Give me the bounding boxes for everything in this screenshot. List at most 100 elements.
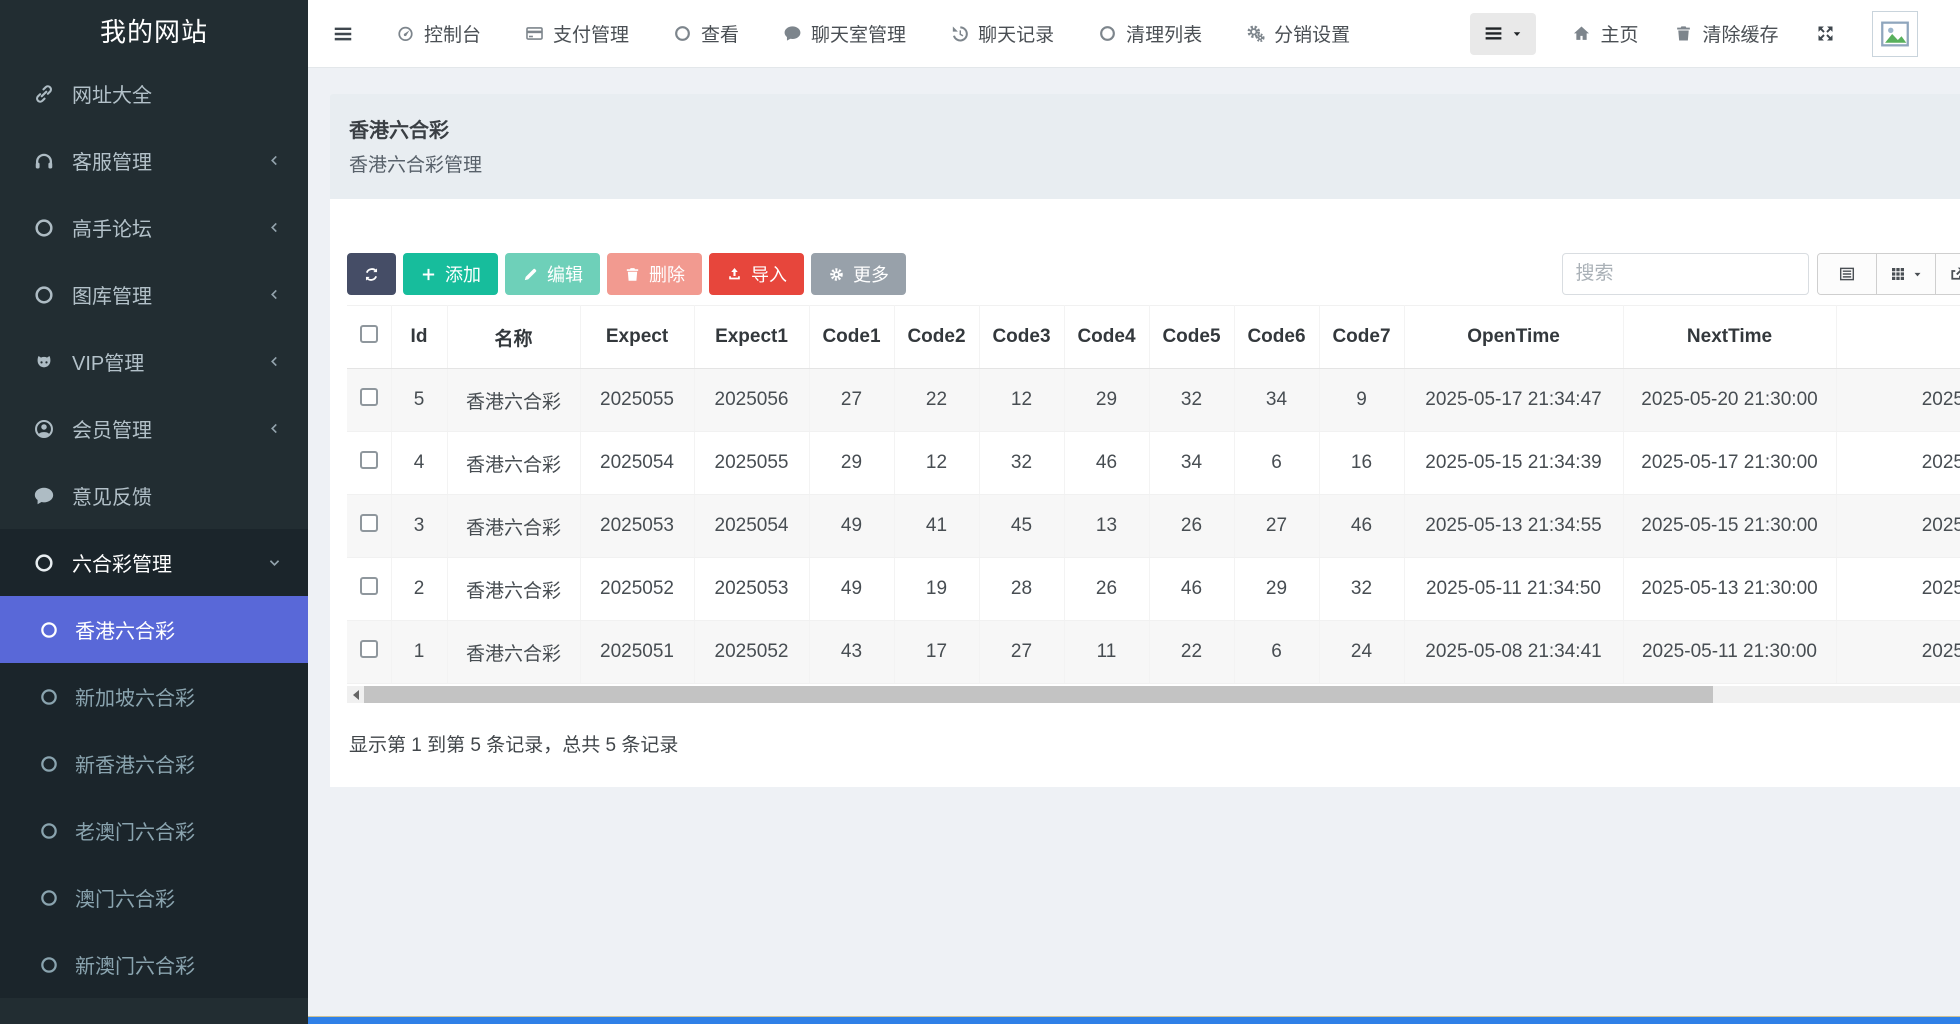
nav-item-chatroom[interactable]: 聊天室管理 <box>783 20 906 47</box>
nav-item-label: 清除缓存 <box>1702 20 1778 47</box>
row-checkbox-cell <box>347 432 391 495</box>
sidebar-item-lottery-management[interactable]: 六合彩管理 <box>0 529 308 596</box>
chevron-left-icon <box>267 354 282 369</box>
import-button[interactable]: 导入 <box>709 253 804 295</box>
broken-image-icon <box>1878 17 1912 51</box>
column-header[interactable]: Code5 <box>1149 306 1234 369</box>
scrollbar-track[interactable] <box>364 686 1960 703</box>
table-cell: 2025054 <box>694 495 809 558</box>
nav-item-distribution[interactable]: 分销设置 <box>1246 20 1350 47</box>
search-input[interactable] <box>1562 253 1809 295</box>
table-cell: 香港六合彩 <box>447 621 580 684</box>
column-header[interactable]: Code2 <box>894 306 979 369</box>
cat-icon <box>33 351 55 373</box>
table-cell: 22 <box>894 369 979 432</box>
circle-icon <box>39 888 59 908</box>
sidebar-subitem-macau[interactable]: 澳门六合彩 <box>0 864 308 931</box>
table-cell: 5 <box>391 369 447 432</box>
navbar-left: 控制台 支付管理 查看 聊天室管理 聊天记录 <box>396 20 1350 47</box>
table-container: Id 名称 Expect Expect1 Code1 Code2 Code3 C… <box>347 305 1960 684</box>
circle-icon <box>39 620 59 640</box>
sidebar-item-members[interactable]: 会员管理 <box>0 395 308 462</box>
sidebar-item-feedback[interactable]: 意见反馈 <box>0 462 308 529</box>
row-checkbox-cell <box>347 621 391 684</box>
sidebar: 我的网站 网址大全 客服管理 高手论坛 图库管理 VIP管理 会员管理 <box>0 0 308 1024</box>
nav-item-view[interactable]: 查看 <box>673 20 739 47</box>
column-header[interactable]: OpenTime <box>1404 306 1623 369</box>
hamburger-icon[interactable] <box>332 23 354 45</box>
circle-icon <box>1098 24 1117 43</box>
column-header[interactable]: Code3 <box>979 306 1064 369</box>
edit-button[interactable]: 编辑 <box>505 253 600 295</box>
user-icon <box>33 418 55 440</box>
sidebar-item-label: 会员管理 <box>72 414 152 443</box>
add-button[interactable]: 添加 <box>403 253 498 295</box>
column-header[interactable]: Code1 <box>809 306 894 369</box>
delete-button[interactable]: 删除 <box>607 253 702 295</box>
table-cell: 43 <box>809 621 894 684</box>
view-toggle-button[interactable] <box>1818 254 1877 294</box>
data-table: Id 名称 Expect Expect1 Code1 Code2 Code3 C… <box>347 305 1960 684</box>
avatar[interactable] <box>1872 11 1918 57</box>
scroll-left-button[interactable] <box>347 686 364 703</box>
sidebar-subitem-new-hongkong[interactable]: 新香港六合彩 <box>0 730 308 797</box>
column-header[interactable]: 名称 <box>447 306 580 369</box>
sidebar-item-gallery[interactable]: 图库管理 <box>0 261 308 328</box>
table-body: 5香港六合彩2025055202505627221229323492025-05… <box>347 369 1960 684</box>
nav-item-label: 清理列表 <box>1126 20 1202 47</box>
nav-item-payment[interactable]: 支付管理 <box>525 20 629 47</box>
records-info: 显示第 1 到第 5 条记录，总共 5 条记录 <box>347 730 1960 757</box>
row-checkbox[interactable] <box>360 514 378 532</box>
nav-item-cleanup[interactable]: 清理列表 <box>1098 20 1202 47</box>
table-cell: 2025- <box>1836 558 1960 621</box>
fullscreen-icon[interactable] <box>1815 23 1836 44</box>
table-cell: 2025-05-17 21:30:00 <box>1623 432 1836 495</box>
column-header[interactable]: Code6 <box>1234 306 1319 369</box>
caret-down-icon <box>1511 28 1523 40</box>
home-icon <box>1572 24 1591 43</box>
select-all-checkbox[interactable] <box>360 325 378 343</box>
refresh-button[interactable] <box>347 253 396 295</box>
scrollbar-thumb[interactable] <box>364 686 1713 703</box>
sidebar-item-forum[interactable]: 高手论坛 <box>0 194 308 261</box>
sidebar-subitem-old-macau[interactable]: 老澳门六合彩 <box>0 797 308 864</box>
list-view-icon <box>1838 265 1856 283</box>
table-row: 4香港六合彩2025054202505529123246346162025-05… <box>347 432 1960 495</box>
sidebar-item-vip[interactable]: VIP管理 <box>0 328 308 395</box>
clear-cache-link[interactable]: 清除缓存 <box>1674 20 1778 47</box>
sidebar-item-customer-service[interactable]: 客服管理 <box>0 127 308 194</box>
column-header[interactable]: NextTime <box>1623 306 1836 369</box>
sidebar-subitem-new-macau[interactable]: 新澳门六合彩 <box>0 931 308 998</box>
home-link[interactable]: 主页 <box>1572 20 1638 47</box>
column-header[interactable]: Expect <box>580 306 694 369</box>
table-cell: 29 <box>809 432 894 495</box>
table-cell: 41 <box>894 495 979 558</box>
column-header[interactable]: Code4 <box>1064 306 1149 369</box>
export-button[interactable] <box>1936 254 1960 294</box>
sidebar-subitem-singapore[interactable]: 新加坡六合彩 <box>0 663 308 730</box>
headphones-icon <box>33 150 55 172</box>
columns-button[interactable] <box>1877 254 1936 294</box>
cogs-icon <box>1246 24 1265 43</box>
column-header[interactable]: Expect1 <box>694 306 809 369</box>
table-cell: 2025055 <box>694 432 809 495</box>
row-checkbox-cell <box>347 558 391 621</box>
sidebar-item-urls[interactable]: 网址大全 <box>0 60 308 127</box>
table-cell: 2025-05-17 21:34:47 <box>1404 369 1623 432</box>
menu-dropdown-button[interactable] <box>1470 13 1536 55</box>
row-checkbox[interactable] <box>360 577 378 595</box>
column-header[interactable]: Code7 <box>1319 306 1404 369</box>
nav-item-dashboard[interactable]: 控制台 <box>396 20 481 47</box>
trash-icon <box>1674 24 1693 43</box>
row-checkbox[interactable] <box>360 640 378 658</box>
chevron-left-icon <box>267 421 282 436</box>
row-checkbox[interactable] <box>360 388 378 406</box>
nav-item-chatlog[interactable]: 聊天记录 <box>950 20 1054 47</box>
column-header[interactable]: Id <box>391 306 447 369</box>
circle-icon <box>39 821 59 841</box>
toolbar: 添加 编辑 删除 导入 <box>347 253 1960 295</box>
sidebar-subitem-hongkong[interactable]: 香港六合彩 <box>0 596 308 663</box>
row-checkbox[interactable] <box>360 451 378 469</box>
circle-icon <box>33 217 55 239</box>
more-button[interactable]: 更多 <box>811 253 906 295</box>
